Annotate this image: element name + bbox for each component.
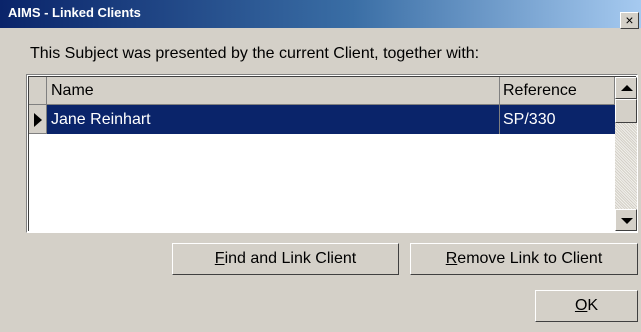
grid-body: Name Reference Jane Reinhart SP/330	[28, 76, 637, 231]
linked-clients-grid[interactable]: Name Reference Jane Reinhart SP/330	[26, 74, 638, 233]
column-header-reference[interactable]: Reference	[500, 77, 615, 105]
close-button[interactable]: ×	[620, 12, 639, 29]
scroll-down-button[interactable]	[615, 209, 637, 231]
remove-link-to-client-button[interactable]: Remove Link to Client	[410, 243, 638, 275]
title-bar[interactable]: AIMS - Linked Clients	[0, 0, 641, 28]
row-indicator-header	[29, 77, 47, 105]
current-row-arrow-icon	[34, 113, 42, 127]
find-and-link-client-button[interactable]: Find and Link Client	[172, 243, 399, 275]
scroll-thumb[interactable]	[615, 99, 637, 123]
row-indicator[interactable]	[29, 105, 47, 134]
arrow-up-icon	[621, 85, 633, 91]
ok-button[interactable]: OK	[535, 290, 638, 322]
info-message: This Subject was presented by the curren…	[30, 45, 480, 62]
arrow-down-icon	[621, 218, 633, 224]
scroll-up-button[interactable]	[615, 77, 637, 99]
column-header-name[interactable]: Name	[47, 77, 500, 105]
vertical-scrollbar[interactable]	[615, 77, 637, 231]
cell-reference[interactable]: SP/330	[500, 105, 615, 134]
close-icon: ×	[625, 12, 634, 28]
window-title: AIMS - Linked Clients	[8, 5, 141, 20]
linked-clients-dialog: AIMS - Linked Clients × This Subject was…	[0, 0, 641, 332]
cell-name[interactable]: Jane Reinhart	[47, 105, 500, 134]
